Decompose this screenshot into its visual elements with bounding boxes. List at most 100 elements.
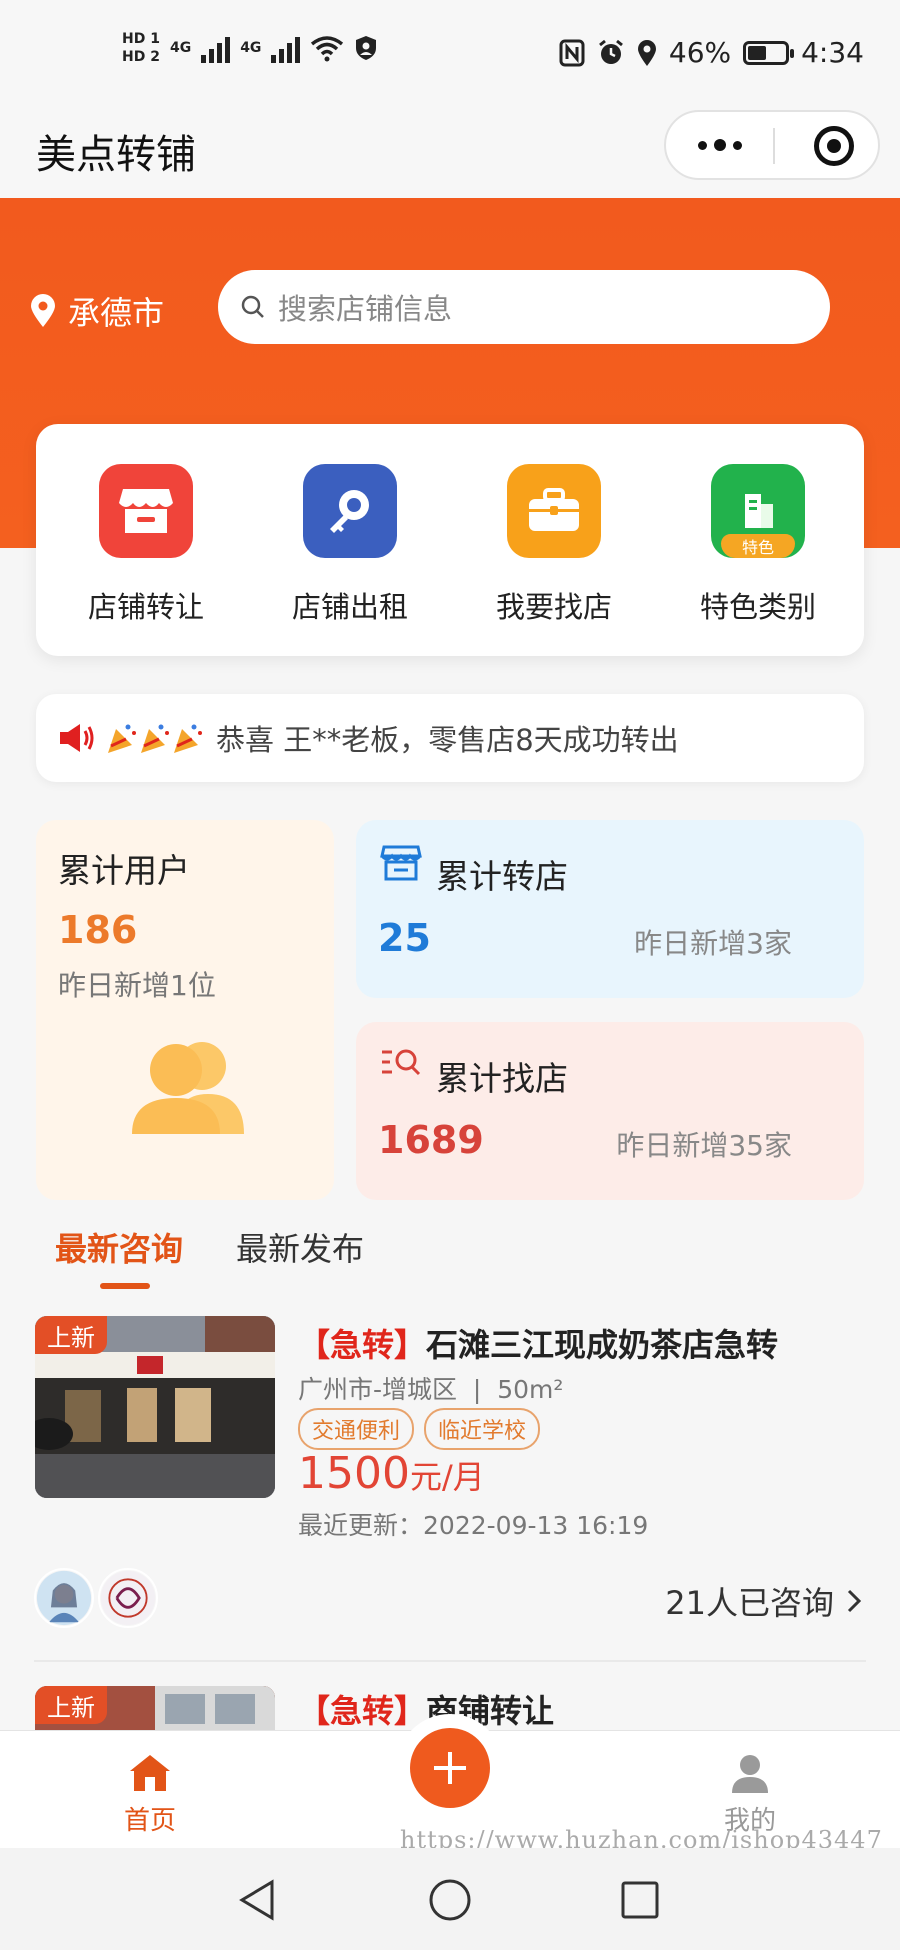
- alarm-icon: [598, 39, 623, 64]
- capsule-divider: [773, 128, 775, 164]
- back-icon[interactable]: [238, 1878, 278, 1922]
- announcement-bar[interactable]: 恭喜 王**老板，零售店8天成功转出: [36, 694, 864, 782]
- updated-time: 2022-09-13 16:19: [423, 1511, 649, 1540]
- stat-value: 25: [378, 916, 431, 960]
- publish-button[interactable]: [410, 1728, 490, 1808]
- location-icon: [637, 39, 656, 66]
- signal-icon-2: [271, 33, 301, 63]
- stat-title: 累计用户: [58, 851, 190, 890]
- city-selector[interactable]: 承德市: [30, 288, 164, 334]
- close-mini-program-icon[interactable]: [814, 126, 854, 166]
- location-pin-icon: [31, 294, 55, 327]
- city-label: 承德市: [68, 294, 165, 332]
- app-title: 美点转铺: [36, 132, 196, 178]
- listing-thumbnail: 上新: [35, 1686, 275, 1730]
- listing-title-text: 石滩三江现成奶茶店急转: [426, 1326, 779, 1364]
- quick-actions-card: 店铺转让 店铺出租 我要找店 特色 特色类别: [36, 424, 864, 656]
- home-circle-icon[interactable]: [428, 1878, 472, 1922]
- feature-chips: 交通便利 临近学校: [298, 1408, 541, 1450]
- sim2-label: HD 2: [122, 49, 160, 65]
- search-placeholder: 搜索店铺信息: [278, 292, 453, 326]
- storefront-icon: [99, 464, 193, 558]
- active-tab-indicator: [100, 1283, 150, 1289]
- listing-title: 【急转】石滩三江现成奶茶店急转: [298, 1320, 778, 1366]
- stat-sub: 昨日新增35家: [616, 1129, 792, 1162]
- tab-home-label: 首页: [123, 1806, 176, 1836]
- briefcase-icon: [507, 464, 601, 558]
- search-icon: [241, 295, 264, 318]
- price-unit: 元/月: [409, 1458, 485, 1496]
- stat-title: 累计找店: [436, 1059, 568, 1098]
- consult-count-link[interactable]: 21人已咨询: [665, 1578, 862, 1624]
- quick-action-find-shop[interactable]: 我要找店: [454, 464, 654, 626]
- capsule-menu: [664, 110, 880, 180]
- announcement-text: 恭喜 王**老板，零售店8天成功转出: [216, 723, 679, 757]
- signal-icon: [201, 33, 231, 63]
- stat-sub: 昨日新增3家: [634, 927, 792, 960]
- urgent-tag: 【急转】: [298, 1692, 427, 1730]
- status-right: 46% 4:34: [559, 36, 864, 69]
- building-icon: 特色: [711, 464, 805, 558]
- network-type-1: 4G: [169, 40, 192, 56]
- listing-location: 广州市-增城区: [298, 1375, 458, 1404]
- consult-count: 21人已咨询: [665, 1584, 834, 1622]
- avatar: [98, 1568, 158, 1628]
- stat-sub: 昨日新增1位: [58, 969, 216, 1002]
- listing-price: 1500元/月: [298, 1448, 485, 1499]
- quick-action-label: 店铺出租: [291, 590, 408, 624]
- home-icon: [130, 1755, 170, 1791]
- feature-chip: 交通便利: [298, 1408, 415, 1450]
- sim-indicator: HD 1 HD 2: [122, 30, 160, 66]
- urgent-tag: 【急转】: [298, 1326, 427, 1364]
- updated-label: 最近更新：: [298, 1511, 424, 1540]
- consultant-avatars: [34, 1568, 158, 1628]
- plus-icon: [434, 1752, 466, 1784]
- more-options-icon[interactable]: [666, 112, 773, 178]
- battery-icon: [743, 40, 795, 65]
- battery-percent: 46%: [668, 36, 732, 69]
- megaphone-icon: [60, 724, 94, 752]
- price-value: 1500: [298, 1448, 410, 1499]
- tab-mine[interactable]: 我的: [710, 1753, 790, 1837]
- wifi-icon: [311, 36, 344, 62]
- quick-action-shop-rent[interactable]: 店铺出租: [250, 464, 450, 626]
- key-icon: [303, 464, 397, 558]
- avatar: [34, 1568, 94, 1628]
- users-icon: [132, 1042, 244, 1134]
- sim1-label: HD 1: [122, 31, 160, 47]
- stat-value: 186: [58, 908, 138, 952]
- tab-home[interactable]: 首页: [110, 1753, 190, 1837]
- shop-icon: [380, 845, 422, 881]
- quick-action-label: 特色类别: [699, 590, 816, 624]
- system-navigation-bar: [0, 1848, 900, 1950]
- listing-updated: 最近更新：2022-09-13 16:19: [298, 1506, 648, 1542]
- mini-program-nav-bar: 美点转铺: [0, 110, 900, 198]
- search-list-icon: [382, 1049, 421, 1076]
- quick-action-special-category[interactable]: 特色 特色类别: [658, 464, 858, 626]
- feature-chip: 临近学校: [424, 1408, 541, 1450]
- vpn-shield-icon: [356, 36, 377, 60]
- special-badge: 特色: [721, 534, 795, 558]
- recents-icon[interactable]: [620, 1880, 660, 1920]
- stat-value: 1689: [378, 1118, 484, 1162]
- stat-total-transfers: 累计转店 25 昨日新增3家: [356, 820, 864, 998]
- quick-action-label: 我要找店: [495, 590, 612, 624]
- chevron-right-icon: [847, 1589, 862, 1613]
- nfc-icon: [559, 39, 585, 66]
- status-bar: HD 1 HD 2 4G 4G 46% 4:34: [0, 0, 900, 110]
- tab-latest-publish[interactable]: 最新发布: [236, 1224, 364, 1270]
- stat-title: 累计转店: [436, 857, 568, 896]
- tab-latest-consult[interactable]: 最新咨询: [55, 1224, 183, 1270]
- listing-divider: [34, 1660, 866, 1662]
- quick-action-shop-transfer[interactable]: 店铺转让: [46, 464, 246, 626]
- new-badge: 上新: [35, 1686, 107, 1724]
- stat-total-users: 累计用户 186 昨日新增1位: [36, 820, 334, 1200]
- network-type-2: 4G: [240, 40, 262, 56]
- stat-total-finds: 累计找店 1689 昨日新增35家: [356, 1022, 864, 1200]
- new-badge: 上新: [35, 1316, 107, 1354]
- listing-thumbnail: 上新: [35, 1316, 275, 1498]
- clock: 4:34: [801, 36, 864, 69]
- party-popper-icon: [108, 724, 202, 753]
- listing-area: 50m²: [497, 1375, 564, 1404]
- search-input[interactable]: 搜索店铺信息: [218, 270, 830, 344]
